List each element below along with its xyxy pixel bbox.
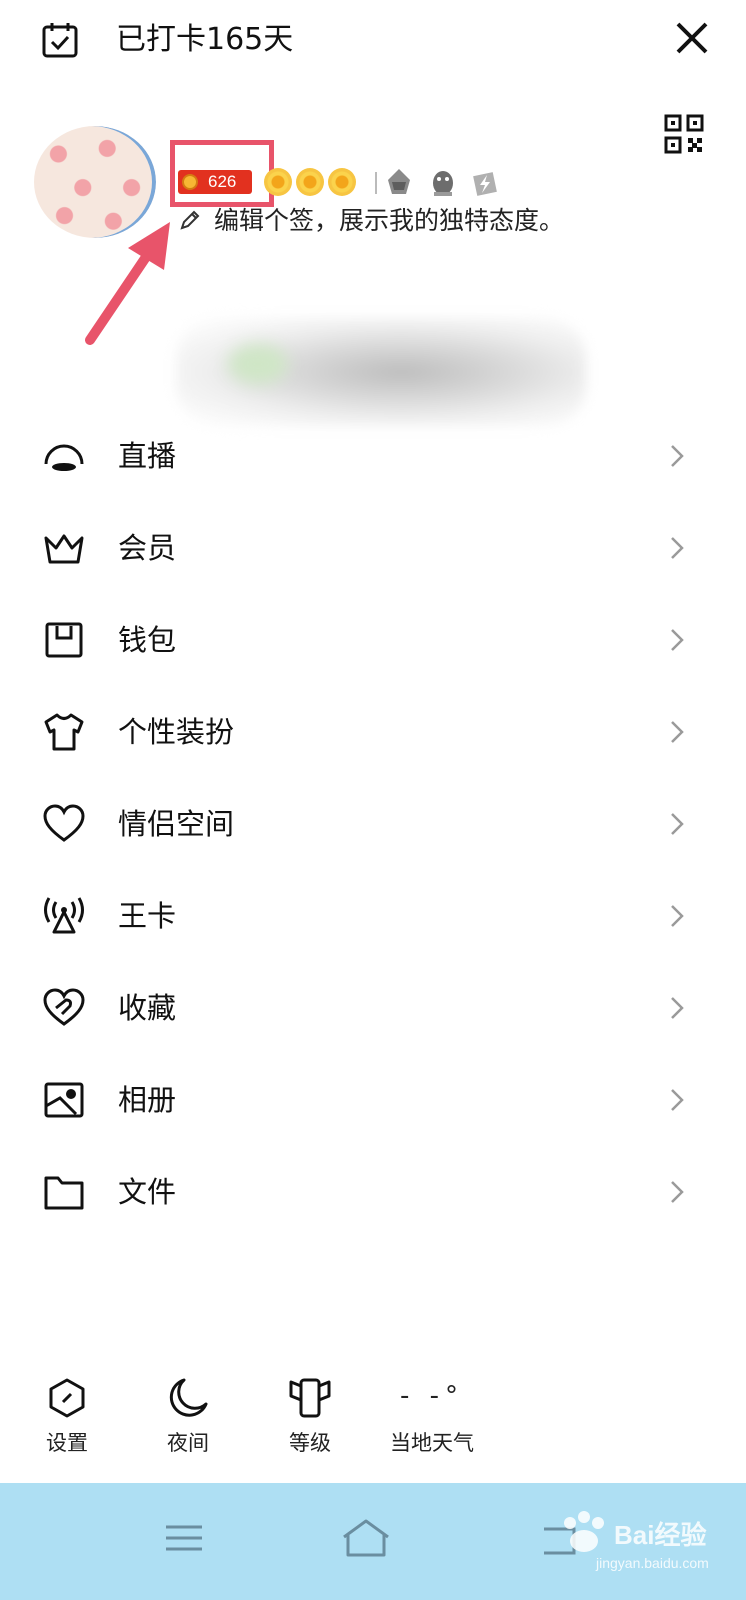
settings-hexagon-icon: [49, 1378, 85, 1418]
menu-item-label: 钱包: [118, 623, 177, 657]
photo-album-icon: [44, 1082, 84, 1118]
night-mode-button[interactable]: 夜间: [138, 1370, 238, 1470]
menu-item-label: 相册: [118, 1083, 177, 1117]
heart-icon: [43, 804, 85, 842]
menu-item-couple-space[interactable]: 情侣空间: [0, 778, 746, 870]
level-button[interactable]: 等级: [260, 1370, 360, 1470]
signature-text[interactable]: 编辑个签，展示我的独特态度。: [214, 204, 564, 238]
menu-item-live[interactable]: 直播: [0, 410, 746, 502]
checkin-status[interactable]: 已打卡165天: [116, 20, 293, 60]
home-icon[interactable]: [336, 1513, 396, 1563]
favorite-heart-icon: [43, 988, 85, 1026]
chevron-right-icon: [671, 1181, 684, 1203]
night-label: 夜间: [167, 1431, 209, 1455]
sun-level-icon: [328, 168, 356, 196]
menu-item-label: 王卡: [118, 899, 177, 933]
lightning-badge-icon[interactable]: [470, 166, 500, 198]
menu-item-label: 个性装扮: [118, 715, 235, 749]
watermark-brand: Bai经验: [614, 1520, 707, 1550]
crown-icon: [44, 534, 84, 564]
chevron-right-icon: [671, 905, 684, 927]
annotation-arrow: [85, 222, 170, 345]
menu-item-personalize[interactable]: 个性装扮: [0, 686, 746, 778]
menu-item-label: 文件: [118, 1175, 177, 1209]
calendar-check-icon[interactable]: [40, 20, 80, 60]
menu-item-membership[interactable]: 会员: [0, 502, 746, 594]
chevron-right-icon: [671, 629, 684, 651]
level-badge-icon: [289, 1378, 331, 1418]
chevron-right-icon: [671, 813, 684, 835]
paw-logo-icon: [564, 1511, 604, 1552]
level-label: 等级: [289, 1431, 331, 1455]
weather-value: - -°: [399, 1381, 465, 1411]
divider: [375, 172, 377, 194]
sun-level-icon: [296, 168, 324, 196]
system-navbar: Bai经验 jingyan.baidu.com: [0, 1483, 746, 1600]
watermark: Bai经验 jingyan.baidu.com: [556, 1505, 736, 1585]
vip-badge-icon[interactable]: [384, 166, 414, 198]
menu-item-label: 会员: [118, 531, 177, 565]
chevron-right-icon: [671, 537, 684, 559]
top-bar: 已打卡165天: [0, 0, 746, 84]
live-icon: [44, 444, 84, 471]
chevron-right-icon: [671, 445, 684, 467]
menu-icon[interactable]: [154, 1513, 214, 1563]
menu-item-album[interactable]: 相册: [0, 1054, 746, 1146]
folder-icon: [44, 1176, 84, 1210]
sun-level-icon: [264, 168, 292, 196]
chevron-right-icon: [671, 997, 684, 1019]
signal-tower-icon: [44, 897, 84, 934]
watermark-url: jingyan.baidu.com: [596, 1555, 709, 1571]
weather-button[interactable]: - -° 当地天气: [382, 1370, 482, 1470]
qr-code-icon[interactable]: [664, 114, 704, 154]
highlight-box: [170, 140, 274, 207]
blurred-content: [228, 344, 288, 384]
chevron-right-icon: [671, 721, 684, 743]
wallet-icon: [45, 622, 83, 658]
chevron-right-icon: [671, 1089, 684, 1111]
menu-item-label: 收藏: [118, 991, 177, 1025]
penguin-badge-icon[interactable]: [428, 166, 458, 198]
menu-item-label: 直播: [118, 439, 177, 473]
moon-icon: [169, 1378, 208, 1417]
weather-label: 当地天气: [390, 1431, 474, 1455]
settings-label: 设置: [46, 1431, 88, 1455]
menu-item-favorites[interactable]: 收藏: [0, 962, 746, 1054]
menu-item-label: 情侣空间: [118, 807, 235, 841]
close-icon[interactable]: [670, 16, 714, 60]
menu-item-wallet[interactable]: 钱包: [0, 594, 746, 686]
menu-item-files[interactable]: 文件: [0, 1146, 746, 1238]
menu-item-king-card[interactable]: 王卡: [0, 870, 746, 962]
settings-button[interactable]: 设置: [17, 1370, 117, 1470]
tshirt-icon: [44, 713, 84, 751]
